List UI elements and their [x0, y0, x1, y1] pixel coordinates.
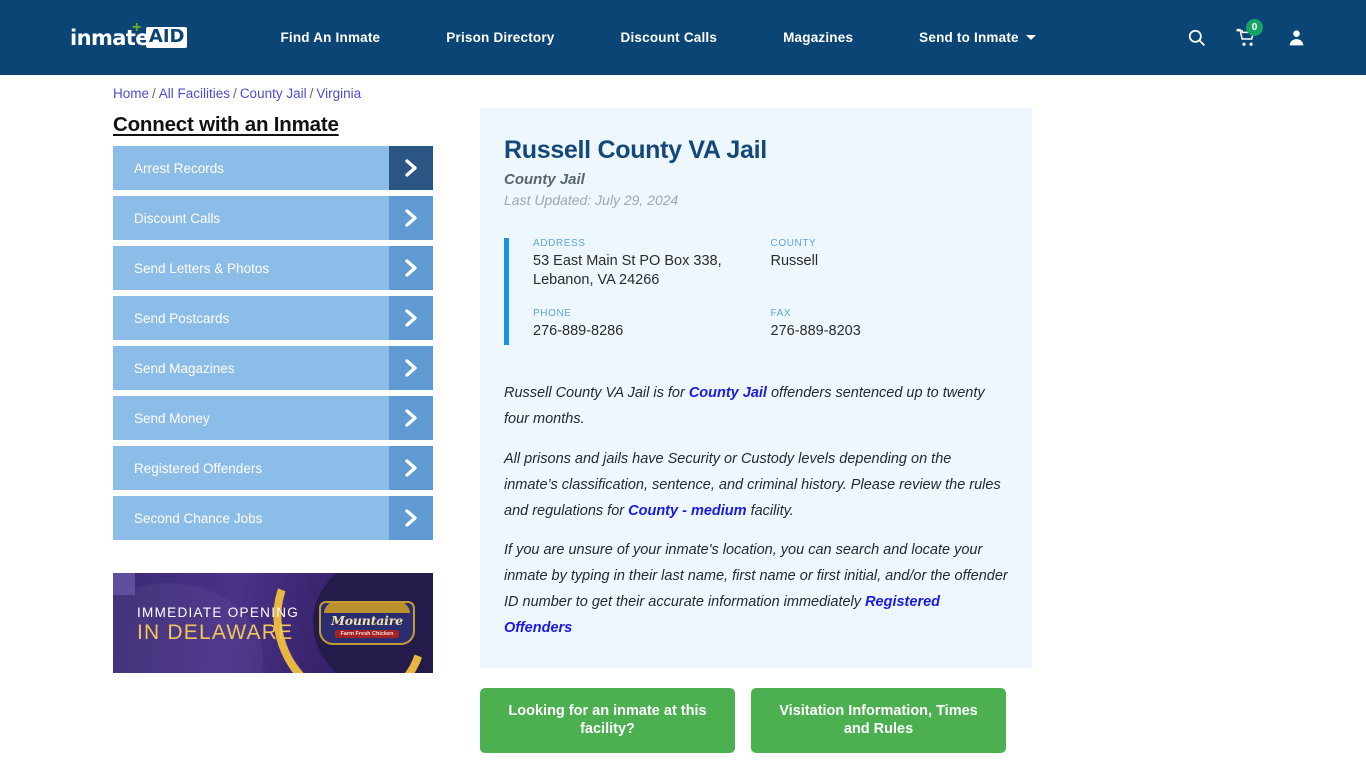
- plus-icon: +: [132, 18, 142, 36]
- sidebar-item-label: Registered Offenders: [134, 460, 263, 476]
- sidebar-item-registered-offenders[interactable]: Registered Offenders: [113, 446, 433, 490]
- info-field-county: COUNTY Russell: [771, 238, 1009, 290]
- sidebar-item-send-money[interactable]: Send Money: [113, 396, 433, 440]
- nav-item-discount-calls[interactable]: Discount Calls: [588, 30, 751, 45]
- advertisement-banner[interactable]: IMMEDIATE OPENING IN DELAWARE Mountaire …: [113, 573, 433, 673]
- last-updated: Last Updated: July 29, 2024: [504, 192, 679, 208]
- facility-card: Russell County VA Jail County Jail Last …: [480, 108, 1032, 668]
- user-icon[interactable]: [1287, 28, 1306, 47]
- facility-type: County Jail: [504, 171, 585, 188]
- chevron-right-icon: [389, 246, 433, 290]
- search-icon[interactable]: [1187, 28, 1206, 47]
- nav-item-send-to-inmate[interactable]: Send to Inmate: [886, 30, 1069, 45]
- sidebar-item-discount-calls[interactable]: Discount Calls: [113, 196, 433, 240]
- sidebar-item-send-postcards[interactable]: Send Postcards: [113, 296, 433, 340]
- main-content: Russell County VA Jail County Jail Last …: [480, 75, 1032, 753]
- chevron-down-icon: [1025, 35, 1036, 40]
- sidebar-heading: Connect with an Inmate: [113, 113, 339, 136]
- looking-for-inmate-button[interactable]: Looking for an inmate at this facility?: [480, 687, 735, 753]
- cart-icon[interactable]: 0: [1236, 18, 1263, 48]
- link-county-jail[interactable]: County Jail: [689, 385, 767, 401]
- sidebar-item-label: Second Chance Jobs: [134, 510, 263, 526]
- sidebar-menu: Arrest Records Discount Calls Send Lette…: [113, 146, 433, 540]
- cart-count-badge: 0: [1246, 18, 1263, 36]
- desc-text: Russell County VA Jail is for: [504, 385, 689, 402]
- main-nav: Find An Inmate Prison Directory Discount…: [247, 30, 1187, 45]
- breadcrumb-separator: /: [152, 86, 156, 101]
- description-paragraph-1: Russell County VA Jail is for County Jai…: [504, 381, 1008, 433]
- ad-headline: IMMEDIATE OPENING: [137, 605, 300, 620]
- nav-item-magazines[interactable]: Magazines: [750, 30, 886, 45]
- info-value: Russell: [770, 253, 819, 269]
- page-body: Home / All Facilities / County Jail / Virginia…: [0, 75, 1366, 753]
- breadcrumb-item-virginia[interactable]: Virginia: [316, 86, 361, 101]
- description-paragraph-3: If you are unsure of your inmate's locat…: [504, 538, 1008, 641]
- nav-item-send-to-inmate-label: Send to Inmate: [919, 30, 1019, 45]
- info-label: FAX: [770, 308, 792, 320]
- info-value: 276-889-8203: [770, 323, 861, 340]
- info-label: PHONE: [533, 308, 572, 320]
- nav-item-prison-directory[interactable]: Prison Directory: [413, 30, 587, 45]
- sidebar-item-label: Send Letters & Photos: [134, 260, 270, 276]
- ad-brand-tagline: Farm Fresh Chicken: [334, 629, 400, 638]
- chevron-right-icon: [389, 396, 433, 440]
- sidebar-item-arrest-records[interactable]: Arrest Records: [113, 146, 433, 190]
- facility-description: Russell County VA Jail is for County Jai…: [504, 381, 1008, 641]
- ad-subheadline: IN DELAWARE: [137, 620, 294, 644]
- breadcrumb: Home / All Facilities / County Jail / Virginia: [113, 86, 361, 101]
- ad-logo-arc: [324, 603, 410, 613]
- sidebar-item-label: Send Magazines: [134, 360, 235, 376]
- ad-copy: IMMEDIATE OPENING IN DELAWARE: [137, 605, 299, 646]
- ad-brand-name: Mountaire: [331, 612, 403, 628]
- chevron-right-icon: [389, 496, 433, 540]
- breadcrumb-separator: /: [233, 86, 237, 101]
- link-county-medium[interactable]: County - medium: [628, 503, 746, 519]
- site-header: inmate AID + Find An Inmate Prison Direc…: [0, 0, 1366, 75]
- visitation-information-button[interactable]: Visitation Information, Times and Rules: [751, 687, 1006, 753]
- page-title: Russell County VA Jail: [504, 136, 767, 164]
- chevron-right-icon: [389, 346, 433, 390]
- chevron-right-icon: [389, 196, 433, 240]
- desc-text: facility.: [746, 502, 794, 519]
- sidebar: Connect with an Inmate Arrest Records Di…: [113, 75, 433, 753]
- chevron-right-icon: [389, 146, 433, 190]
- info-field-fax: FAX 276-889-8203: [771, 308, 1009, 341]
- info-field-address: ADDRESS 53 East Main St PO Box 338, Leba…: [533, 238, 771, 290]
- info-value: 276-889-8286: [533, 323, 624, 340]
- chevron-right-icon: [389, 296, 433, 340]
- info-label: COUNTY: [770, 238, 817, 249]
- info-field-phone: PHONE 276-889-8286: [533, 308, 771, 341]
- breadcrumb-item-county-jail[interactable]: County Jail: [240, 86, 307, 101]
- cta-row: Looking for an inmate at this facility? …: [480, 687, 1032, 753]
- facility-info-block: ADDRESS 53 East Main St PO Box 338, Leba…: [504, 238, 1009, 346]
- sidebar-item-second-chance-jobs[interactable]: Second Chance Jobs: [113, 496, 433, 540]
- sidebar-item-label: Send Money: [134, 410, 210, 426]
- breadcrumb-item-all-facilities[interactable]: All Facilities: [159, 86, 230, 101]
- sidebar-item-label: Arrest Records: [134, 160, 225, 176]
- ad-corner-square: [113, 573, 135, 595]
- ad-brand-logo: Mountaire Farm Fresh Chicken: [319, 601, 415, 645]
- header-icon-group: 0: [1187, 18, 1306, 48]
- sidebar-item-send-magazines[interactable]: Send Magazines: [113, 346, 433, 390]
- sidebar-item-send-letters-photos[interactable]: Send Letters & Photos: [113, 246, 433, 290]
- info-value: 53 East Main St PO Box 338, Lebanon, VA …: [533, 253, 722, 289]
- chevron-right-icon: [389, 446, 433, 490]
- nav-item-find-an-inmate[interactable]: Find An Inmate: [247, 30, 413, 45]
- breadcrumb-item-home[interactable]: Home: [113, 86, 149, 101]
- sidebar-item-label: Discount Calls: [134, 210, 221, 226]
- site-logo[interactable]: inmate AID +: [70, 18, 188, 53]
- breadcrumb-separator: /: [309, 86, 314, 101]
- description-paragraph-2: All prisons and jails have Security or C…: [504, 447, 1008, 524]
- info-label: ADDRESS: [533, 238, 586, 249]
- sidebar-item-label: Send Postcards: [134, 310, 230, 326]
- logo-badge: AID: [145, 27, 188, 48]
